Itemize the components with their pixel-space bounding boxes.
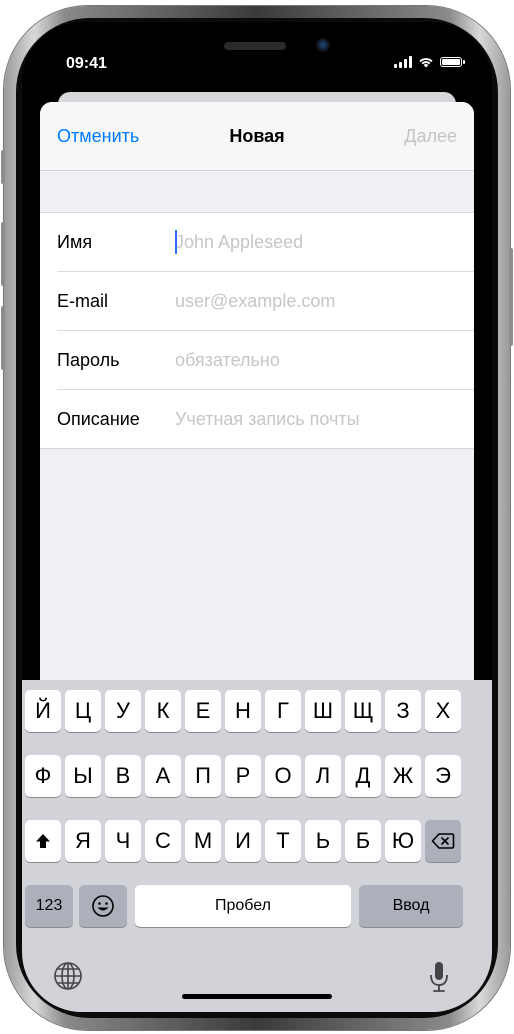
password-label: Пароль [57, 350, 120, 370]
key[interactable]: К [145, 690, 181, 732]
wifi-icon [419, 58, 433, 68]
key[interactable]: В [105, 755, 141, 797]
key[interactable]: Ч [105, 820, 141, 862]
password-field[interactable] [175, 348, 465, 372]
text-cursor [175, 230, 177, 254]
key[interactable]: Н [225, 690, 261, 732]
key[interactable]: Я [65, 820, 101, 862]
key[interactable]: Б [345, 820, 381, 862]
key[interactable]: Ц [65, 690, 101, 732]
key[interactable]: О [265, 755, 301, 797]
form-row-description: Описание [57, 390, 474, 448]
key[interactable]: М [185, 820, 221, 862]
emoji-key[interactable] [79, 885, 127, 927]
cellular-signal-icon [394, 56, 412, 68]
key[interactable]: Д [345, 755, 381, 797]
key[interactable]: З [385, 690, 421, 732]
shift-key[interactable] [25, 820, 61, 862]
key[interactable]: Ю [385, 820, 421, 862]
volume-down-button [1, 306, 5, 370]
mute-switch [1, 150, 5, 184]
key[interactable]: Й [25, 690, 61, 732]
description-label: Описание [57, 409, 140, 429]
key[interactable]: Ы [65, 755, 101, 797]
volume-up-button [1, 222, 5, 286]
email-field[interactable] [175, 289, 465, 313]
key[interactable]: Р [225, 755, 261, 797]
key[interactable]: А [145, 755, 181, 797]
key[interactable]: Г [265, 690, 301, 732]
key[interactable]: Ш [305, 690, 341, 732]
key[interactable]: Ф [25, 755, 61, 797]
status-icons [394, 56, 465, 68]
key[interactable]: Л [305, 755, 341, 797]
key[interactable]: С [145, 820, 181, 862]
email-label: E-mail [57, 291, 109, 311]
camera-icon [316, 38, 330, 52]
keyboard: Й Ц У К Е Н Г Ш Щ З Х Ф Ы В А П Р О Л Д … [22, 680, 492, 1012]
key[interactable]: И [225, 820, 261, 862]
form-row-email: E-mail [57, 272, 474, 331]
key[interactable]: Х [425, 690, 461, 732]
key[interactable]: У [105, 690, 141, 732]
battery-icon [440, 57, 465, 67]
microphone-icon[interactable] [428, 960, 450, 994]
home-indicator[interactable] [182, 994, 332, 999]
key[interactable]: Е [185, 690, 221, 732]
form-row-name: Имя [57, 213, 474, 272]
shift-icon [36, 834, 50, 848]
status-time: 09:41 [66, 55, 107, 72]
screen: 09:41 Отменить Новая Далее Имя E-mail [22, 22, 492, 1012]
power-button [509, 248, 513, 346]
key[interactable]: Т [265, 820, 301, 862]
delete-icon [431, 833, 455, 849]
globe-icon[interactable] [52, 960, 84, 992]
numbers-key[interactable]: 123 [25, 885, 73, 927]
key[interactable]: Ж [385, 755, 421, 797]
speaker [224, 42, 286, 50]
key[interactable]: Ь [305, 820, 341, 862]
name-field[interactable] [175, 230, 465, 254]
emoji-icon [92, 895, 114, 917]
next-button[interactable]: Далее [404, 126, 457, 147]
key[interactable]: Щ [345, 690, 381, 732]
name-label: Имя [57, 232, 93, 252]
form-row-password: Пароль [57, 331, 474, 390]
return-key[interactable]: Ввод [359, 885, 463, 927]
account-form: Имя E-mail Пароль Описание [40, 212, 474, 449]
key[interactable]: П [185, 755, 221, 797]
navigation-bar: Отменить Новая Далее [40, 102, 474, 171]
description-field[interactable] [175, 407, 465, 431]
delete-key[interactable] [425, 820, 461, 862]
key[interactable]: Э [425, 755, 461, 797]
space-key[interactable]: Пробел [135, 885, 351, 927]
notch [140, 22, 374, 68]
